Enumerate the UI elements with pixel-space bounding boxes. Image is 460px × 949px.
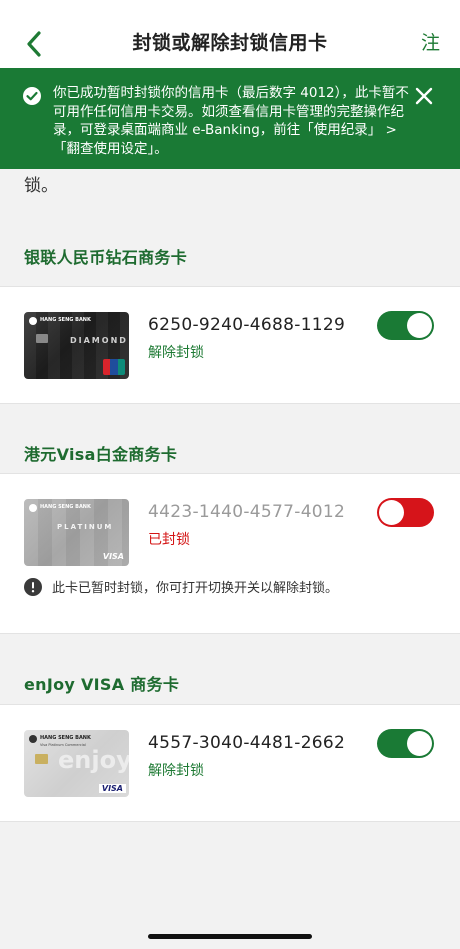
card-number: 6250-9240-4688-1129 <box>148 315 346 335</box>
card-bank-label: HANG SENG BANK <box>40 504 91 510</box>
card-type-label: DIAMOND <box>70 336 128 345</box>
visa-logo-icon: VISA <box>98 784 126 793</box>
lock-toggle-visa-platinum[interactable] <box>377 498 434 527</box>
exclamation-circle-icon <box>24 577 42 596</box>
lock-toggle-enjoy[interactable] <box>377 729 434 758</box>
card-row-unionpay: HANG SENG BANK DIAMOND 6250-9240-4688-11… <box>0 286 460 404</box>
card-bank-label: HANG SENG BANK <box>40 735 91 741</box>
toast-message: 你已成功暂时封锁你的信用卡（最后数字 4012），此卡暂不可用作任何信用卡交易。… <box>53 85 409 157</box>
section-title-visa-platinum: 港元Visa白金商务卡 <box>24 445 178 464</box>
bank-logo-icon <box>29 735 37 743</box>
lock-toggle-unionpay[interactable] <box>377 311 434 340</box>
unionpay-logo-icon <box>103 359 125 375</box>
card-image-enjoy: HANG SENG BANK Visa Platinum Commercial … <box>24 730 129 797</box>
card-bank-label: HANG SENG BANK <box>40 317 91 323</box>
chip-icon <box>36 334 48 343</box>
home-indicator <box>148 934 312 939</box>
toggle-knob <box>407 313 432 338</box>
partial-text: 锁。 <box>24 176 58 196</box>
warning-text: 此卡已暂时封锁，你可打开切换开关以解除封锁。 <box>52 581 339 596</box>
bank-logo-icon <box>29 317 37 325</box>
header-right-action[interactable]: 注 <box>421 28 440 55</box>
chip-icon <box>35 754 48 764</box>
card-status: 解除封锁 <box>148 345 204 361</box>
visa-logo-icon: VISA <box>102 552 124 561</box>
card-status: 已封锁 <box>148 532 190 548</box>
close-icon[interactable] <box>414 86 434 106</box>
bank-logo-icon <box>29 504 37 512</box>
lock-warning: 此卡已暂时封锁，你可打开切换开关以解除封锁。 <box>24 577 338 596</box>
card-status: 解除封锁 <box>148 763 204 779</box>
card-type-label: PLATINUM <box>57 523 114 531</box>
card-image-diamond: HANG SENG BANK DIAMOND <box>24 312 129 379</box>
toggle-knob <box>379 500 404 525</box>
toggle-knob <box>407 731 432 756</box>
card-number: 4423-1440-4577-4012 <box>148 502 346 522</box>
card-type-label: enjoy <box>58 746 129 774</box>
check-circle-icon <box>23 87 41 105</box>
card-image-platinum: HANG SENG BANK PLATINUM VISA <box>24 499 129 566</box>
card-number: 4557-3040-4481-2662 <box>148 733 346 753</box>
page-title: 封锁或解除封锁信用卡 <box>132 32 328 54</box>
section-title-unionpay: 银联人民币钻石商务卡 <box>24 248 188 267</box>
success-toast: 你已成功暂时封锁你的信用卡（最后数字 4012），此卡暂不可用作任何信用卡交易。… <box>0 68 460 169</box>
section-title-enjoy: enJoy VISA 商务卡 <box>24 675 180 694</box>
card-row-enjoy: HANG SENG BANK Visa Platinum Commercial … <box>0 704 460 822</box>
card-row-visa-platinum: HANG SENG BANK PLATINUM VISA 4423-1440-4… <box>0 473 460 634</box>
